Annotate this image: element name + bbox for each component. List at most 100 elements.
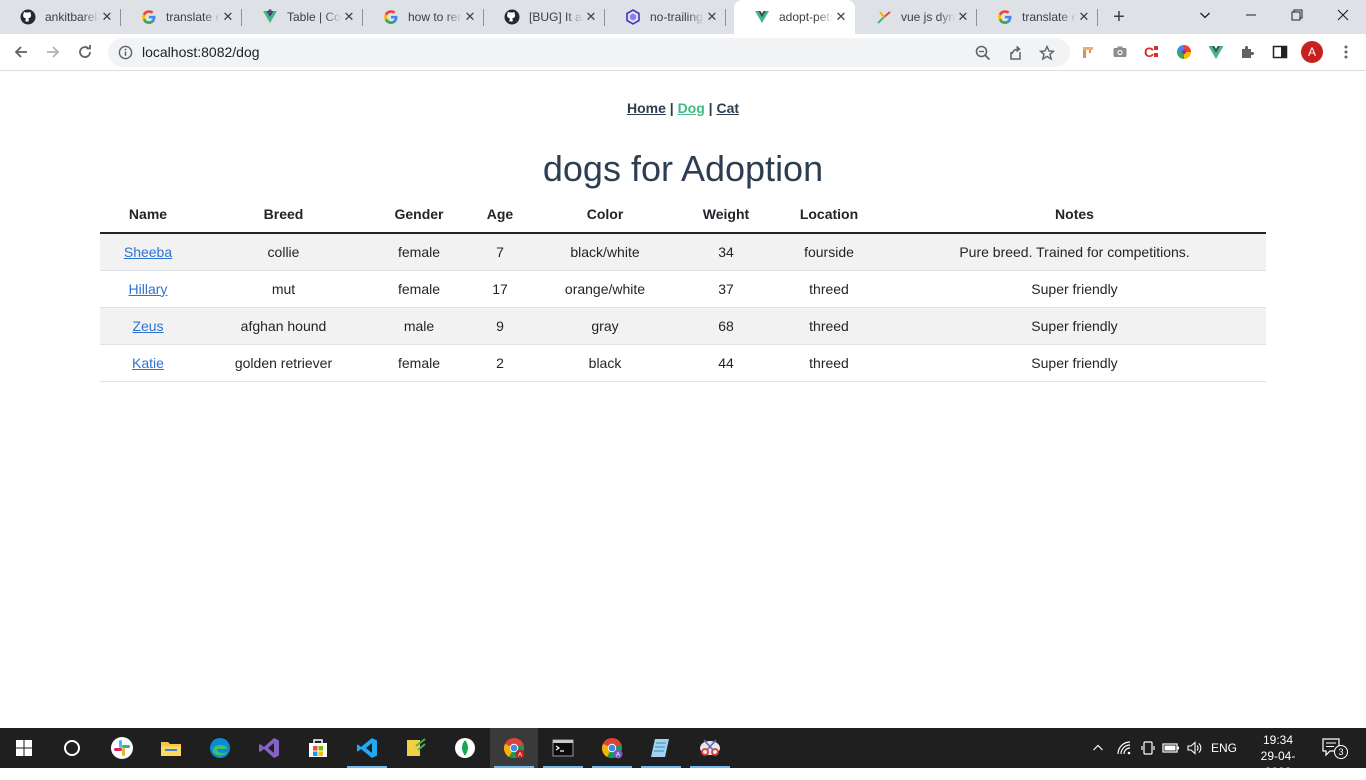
taskbar-sticky-notes[interactable]	[392, 728, 440, 768]
taskbar-file-explorer[interactable]	[147, 728, 195, 768]
more-vert-icon[interactable]	[1337, 43, 1355, 61]
taskbar-visual-studio[interactable]	[245, 728, 293, 768]
taskbar-chrome-active[interactable]: A	[490, 728, 538, 768]
column-header-breed[interactable]: Breed	[196, 196, 371, 234]
bookmark-star-icon[interactable]	[1038, 44, 1056, 62]
cell-notes: Super friendly	[883, 307, 1266, 345]
windows-taskbar: A A ENG 19:34 29-04-2022 3	[0, 728, 1366, 779]
github-icon	[504, 9, 520, 25]
camera-icon[interactable]	[1111, 43, 1129, 61]
nav-link-cat[interactable]: Cat	[716, 100, 739, 116]
tab-1[interactable]: translate e ✕	[121, 0, 242, 34]
tab-2[interactable]: Table | Cor ✕	[242, 0, 363, 34]
color-wheel-icon[interactable]	[1175, 43, 1193, 61]
taskbar-notepad[interactable]	[637, 728, 685, 768]
column-header-age[interactable]: Age	[467, 196, 533, 234]
taskbar-snipping-tool[interactable]	[686, 728, 734, 768]
network-tray[interactable]	[1113, 728, 1135, 768]
arrow-left-icon	[14, 46, 27, 58]
plus-icon: +	[1113, 5, 1125, 28]
cell-age: 7	[467, 233, 533, 271]
taskbar-mongodb-compass[interactable]	[441, 728, 489, 768]
column-header-weight[interactable]: Weight	[677, 196, 775, 234]
chrome-icon: A	[602, 738, 623, 759]
puzzle-icon[interactable]	[1239, 43, 1257, 61]
tab-8[interactable]: translate e ✕	[977, 0, 1098, 34]
tab-strip: ankitbarela ✕ translate e ✕ Table | Cor …	[0, 0, 1366, 34]
cell-name: Sheeba	[100, 233, 196, 271]
close-icon[interactable]: ✕	[704, 9, 720, 25]
main-nav: Home | Dog | Cat	[0, 100, 1366, 116]
pet-name-link[interactable]: Zeus	[132, 318, 163, 334]
pet-name-link[interactable]: Hillary	[129, 281, 168, 297]
tab-6-active[interactable]: adopt-pets ✕	[734, 0, 855, 34]
language-indicator[interactable]: ENG	[1206, 728, 1242, 768]
close-icon[interactable]: ✕	[583, 9, 599, 25]
google-icon	[383, 9, 399, 25]
chevron-up-icon	[1093, 744, 1103, 751]
address-bar[interactable]: localhost:8082/dog	[108, 38, 1070, 67]
column-header-name[interactable]: Name	[100, 196, 196, 234]
pet-name-link[interactable]: Sheeba	[124, 244, 172, 260]
cell-name: Hillary	[100, 270, 196, 308]
tab-0[interactable]: ankitbarela ✕	[0, 0, 121, 34]
notification-center-button[interactable]: 3	[1318, 736, 1348, 760]
taskbar-chrome-profile[interactable]: A	[588, 728, 636, 768]
profile-avatar[interactable]: A	[1301, 41, 1323, 63]
table-header-row: Name Breed Gender Age Color Weight Locat…	[100, 196, 1266, 234]
restore-button[interactable]	[1274, 0, 1320, 30]
cell-notes: Super friendly	[883, 344, 1266, 382]
reload-button[interactable]	[70, 37, 100, 67]
tab-4[interactable]: [BUG] It al ✕	[484, 0, 605, 34]
zoom-icon[interactable]	[974, 44, 992, 62]
tab-5[interactable]: no-trailing ✕	[605, 0, 726, 34]
close-icon[interactable]: ✕	[99, 9, 115, 25]
battery-tray[interactable]	[1160, 728, 1182, 768]
nav-link-dog[interactable]: Dog	[678, 100, 705, 116]
taskbar-store[interactable]	[294, 728, 342, 768]
taskbar-terminal[interactable]	[539, 728, 587, 768]
tab-title: ankitbarela	[45, 10, 99, 24]
tab-3[interactable]: how to ren ✕	[363, 0, 484, 34]
column-header-location[interactable]: Location	[775, 196, 883, 234]
tab-search-button[interactable]	[1182, 0, 1228, 30]
tab-7[interactable]: vue js dyna ✕	[856, 0, 977, 34]
close-icon[interactable]: ✕	[220, 9, 236, 25]
new-tab-button[interactable]: +	[1108, 6, 1130, 28]
info-icon[interactable]	[118, 45, 133, 60]
taskbar-edge[interactable]	[196, 728, 244, 768]
device-tray[interactable]	[1138, 728, 1158, 768]
vue-devtools-icon[interactable]	[1207, 43, 1225, 61]
taskbar-slack[interactable]	[98, 728, 146, 768]
extension-tool-icon[interactable]	[1079, 43, 1097, 61]
back-button[interactable]	[6, 37, 36, 67]
volume-tray[interactable]	[1184, 728, 1204, 768]
close-icon[interactable]: ✕	[462, 9, 478, 25]
close-icon[interactable]: ✕	[1076, 9, 1092, 25]
clock[interactable]: 19:34 29-04-2022	[1250, 732, 1306, 780]
start-button[interactable]	[0, 728, 48, 768]
scissors-icon	[700, 739, 720, 756]
side-panel-icon[interactable]	[1271, 43, 1289, 61]
url-text[interactable]: localhost:8082/dog	[142, 44, 260, 60]
vscode-icon	[357, 738, 377, 758]
forward-button[interactable]	[38, 37, 68, 67]
column-header-notes[interactable]: Notes	[883, 196, 1266, 234]
close-icon[interactable]: ✕	[955, 9, 971, 25]
tab-title: no-trailing	[650, 10, 703, 24]
close-window-button[interactable]	[1320, 0, 1366, 30]
close-icon[interactable]: ✕	[833, 9, 849, 25]
show-hidden-icons-button[interactable]	[1088, 728, 1108, 768]
pet-name-link[interactable]: Katie	[132, 355, 164, 371]
taskbar-vscode[interactable]	[343, 728, 391, 768]
close-icon[interactable]: ✕	[341, 9, 357, 25]
minimize-button[interactable]	[1228, 0, 1274, 30]
google-icon	[141, 9, 157, 25]
share-icon[interactable]	[1006, 44, 1024, 62]
nav-link-home[interactable]: Home	[627, 100, 666, 116]
column-header-color[interactable]: Color	[533, 196, 677, 234]
colorzilla-icon[interactable]: C	[1143, 43, 1161, 61]
restore-icon	[1291, 9, 1303, 21]
search-button[interactable]	[48, 728, 96, 768]
column-header-gender[interactable]: Gender	[371, 196, 467, 234]
